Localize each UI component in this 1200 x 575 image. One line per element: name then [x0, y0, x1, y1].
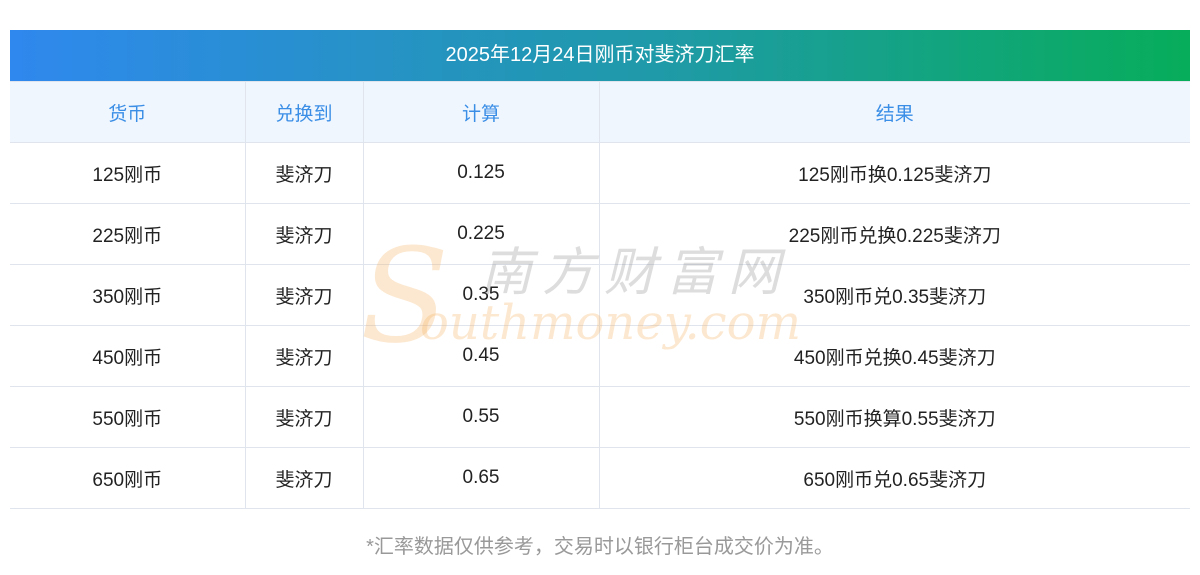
cell-result: 125刚币换0.125斐济刀: [598, 142, 1190, 204]
exchange-rate-table: 货币 兑换到 计算 结果 125刚币 斐济刀 0.125 125刚币换0.125斐济刀…: [10, 81, 1190, 509]
cell-result: 225刚币兑换0.225斐济刀: [598, 203, 1190, 265]
cell-convert-to: 斐济刀: [244, 142, 364, 204]
cell-convert-to: 斐济刀: [244, 325, 364, 387]
cell-result: 350刚币兑0.35斐济刀: [598, 264, 1190, 326]
cell-result: 450刚币兑换0.45斐济刀: [598, 325, 1190, 387]
cell-calculation: 0.55: [362, 386, 600, 448]
cell-convert-to: 斐济刀: [244, 447, 364, 509]
table-row: 450刚币 斐济刀 0.45 450刚币兑换0.45斐济刀: [10, 325, 1190, 387]
cell-convert-to: 斐济刀: [244, 203, 364, 265]
header-calculation: 计算: [362, 81, 600, 143]
header-convert-to: 兑换到: [244, 81, 364, 143]
table-row: 350刚币 斐济刀 0.35 350刚币兑0.35斐济刀: [10, 264, 1190, 326]
table-header-row: 货币 兑换到 计算 结果: [10, 81, 1190, 143]
cell-currency: 225刚币: [10, 203, 246, 265]
table-title: 2025年12月24日刚币对斐济刀汇率: [10, 30, 1190, 81]
cell-calculation: 0.35: [362, 264, 600, 326]
cell-currency: 350刚币: [10, 264, 246, 326]
table-row: 125刚币 斐济刀 0.125 125刚币换0.125斐济刀: [10, 142, 1190, 204]
cell-calculation: 0.225: [362, 203, 600, 265]
cell-currency: 550刚币: [10, 386, 246, 448]
cell-currency: 125刚币: [10, 142, 246, 204]
cell-result: 650刚币兑0.65斐济刀: [598, 447, 1190, 509]
cell-result: 550刚币换算0.55斐济刀: [598, 386, 1190, 448]
table-row: 225刚币 斐济刀 0.225 225刚币兑换0.225斐济刀: [10, 203, 1190, 265]
header-currency: 货币: [10, 81, 246, 143]
table-row: 550刚币 斐济刀 0.55 550刚币换算0.55斐济刀: [10, 386, 1190, 448]
cell-convert-to: 斐济刀: [244, 386, 364, 448]
cell-calculation: 0.65: [362, 447, 600, 509]
table-row: 650刚币 斐济刀 0.65 650刚币兑0.65斐济刀: [10, 447, 1190, 509]
cell-convert-to: 斐济刀: [244, 264, 364, 326]
cell-currency: 450刚币: [10, 325, 246, 387]
cell-calculation: 0.125: [362, 142, 600, 204]
cell-calculation: 0.45: [362, 325, 600, 387]
disclaimer-note: *汇率数据仅供参考，交易时以银行柜台成交价为准。: [366, 536, 834, 558]
cell-currency: 650刚币: [10, 447, 246, 509]
header-result: 结果: [598, 81, 1190, 143]
